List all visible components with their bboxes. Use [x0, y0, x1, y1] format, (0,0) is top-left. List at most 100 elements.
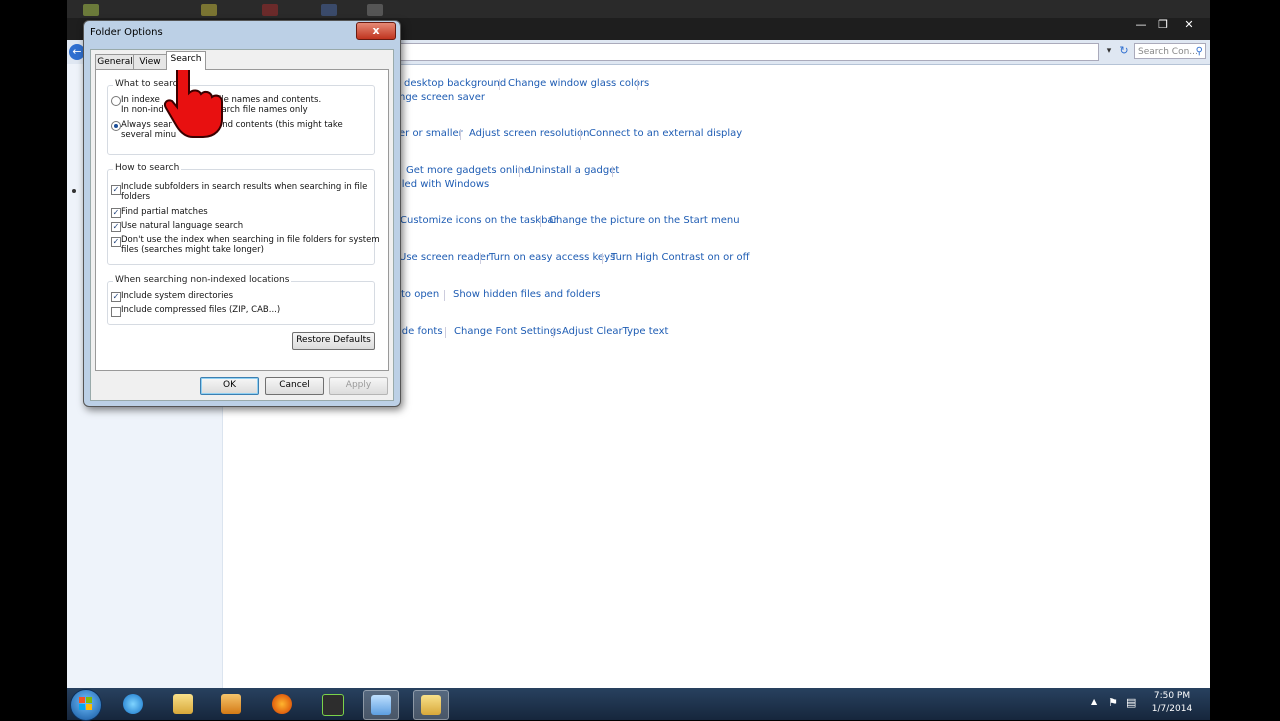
- link-separator: [612, 166, 613, 177]
- checkbox-natural-language[interactable]: ✓: [111, 222, 121, 232]
- link-screen-saver[interactable]: nge screen saver: [399, 92, 485, 103]
- checkbox-system-directories[interactable]: ✓: [111, 292, 121, 302]
- internet-explorer-icon: [123, 694, 143, 714]
- link-start-menu-picture[interactable]: Change the picture on the Start menu: [549, 215, 740, 226]
- link-separator: [499, 79, 500, 90]
- option-text-part: In indexe: [121, 95, 160, 105]
- dialog-close-button[interactable]: x: [356, 22, 396, 40]
- chevron-down-icon[interactable]: ▾: [1102, 44, 1116, 58]
- tab-search[interactable]: Search: [166, 51, 206, 70]
- what-to-search-group: What to search In indexe rch file names a…: [107, 79, 375, 155]
- ok-button[interactable]: OK: [200, 377, 259, 395]
- link-separator: [553, 327, 554, 338]
- cancel-button[interactable]: Cancel: [265, 377, 324, 395]
- option-text: Include subfolders in search results whe…: [121, 182, 368, 192]
- desktop-icon: [83, 4, 99, 16]
- link-font-settings[interactable]: Change Font Settings: [454, 326, 561, 337]
- minimize-button[interactable]: —: [1130, 18, 1152, 33]
- desktop-icon: [262, 4, 278, 16]
- link-hide-fonts[interactable]: ide fonts: [399, 326, 443, 337]
- link-customize-taskbar-icons[interactable]: Customize icons on the taskbar: [400, 215, 558, 226]
- checkbox-dont-use-index[interactable]: ✓: [111, 237, 121, 247]
- option-text-part: In non-ind: [121, 105, 164, 115]
- folder-options-dialog: Folder Options x General View Search Wha…: [83, 20, 401, 407]
- desktop-icon: [367, 4, 383, 16]
- link-screen-resolution[interactable]: Adjust screen resolution: [469, 128, 590, 139]
- tab-general[interactable]: General: [95, 54, 135, 69]
- restore-button[interactable]: ❐: [1152, 18, 1174, 33]
- link-easy-access-keys[interactable]: Turn on easy access keys: [489, 252, 615, 263]
- close-icon: x: [372, 24, 380, 37]
- checkbox-partial-matches[interactable]: ✓: [111, 208, 121, 218]
- taskbar-control-panel[interactable]: [363, 690, 399, 720]
- search-input[interactable]: Search Con... ⚲: [1134, 43, 1206, 59]
- option-text: Include compressed files (ZIP, CAB...): [121, 305, 281, 315]
- firefox-icon: [272, 694, 292, 714]
- link-separator: [445, 327, 446, 338]
- link-external-display[interactable]: Connect to an external display: [589, 128, 742, 139]
- link-separator: [637, 79, 638, 90]
- link-screen-reader[interactable]: Use screen reader: [399, 252, 490, 263]
- checkbox-include-subfolders[interactable]: ✓: [111, 185, 121, 195]
- folder-options-icon: [421, 695, 441, 715]
- group-label: How to search: [113, 163, 182, 173]
- tab-label: Search: [170, 54, 202, 64]
- desktop-icon: [321, 4, 337, 16]
- option-text: files (searches might take longer): [121, 245, 264, 255]
- link-show-hidden-files[interactable]: Show hidden files and folders: [453, 289, 601, 300]
- windows-logo-icon: [79, 697, 92, 710]
- link-uninstall-gadget[interactable]: Uninstall a gadget: [528, 165, 619, 176]
- restore-defaults-button[interactable]: Restore Defaults: [292, 332, 375, 350]
- clock-time: 7:50 PM: [1153, 691, 1191, 701]
- option-text: Use natural language search: [121, 221, 244, 231]
- option-text: folders: [121, 192, 151, 202]
- link-separator: [540, 216, 541, 227]
- link-separator: [460, 129, 461, 140]
- sidebar-bullet: [72, 189, 76, 193]
- link-desktop-background[interactable]: desktop background: [404, 78, 506, 89]
- taskbar-internet-explorer[interactable]: [116, 690, 150, 718]
- clock-date: 1/7/2014: [1151, 704, 1193, 714]
- taskbar-windows-explorer[interactable]: [166, 690, 200, 718]
- apply-button[interactable]: Apply: [329, 377, 388, 395]
- taskbar-folder-options[interactable]: [413, 690, 449, 720]
- link-cleartype[interactable]: Adjust ClearType text: [562, 326, 668, 337]
- radio-always-search[interactable]: [111, 121, 121, 131]
- system-clock[interactable]: 7:50 PM 1/7/2014: [1144, 690, 1200, 716]
- taskbar-firefox[interactable]: [265, 690, 299, 718]
- link-separator: [580, 129, 581, 140]
- close-window-button[interactable]: ✕: [1178, 18, 1200, 33]
- tab-label: View: [139, 57, 161, 67]
- network-icon[interactable]: ▤: [1126, 696, 1136, 709]
- link-high-contrast[interactable]: Turn High Contrast on or off: [611, 252, 750, 263]
- address-input[interactable]: [397, 43, 1099, 61]
- refresh-icon[interactable]: ↻: [1117, 44, 1131, 58]
- link-installed-gadgets[interactable]: lled with Windows: [399, 179, 489, 190]
- taskbar-ummy-video[interactable]: [315, 690, 349, 718]
- tab-label: General: [97, 57, 133, 67]
- link-window-glass-colors[interactable]: Change window glass colors: [508, 78, 649, 89]
- control-panel-icon: [371, 695, 391, 715]
- action-center-flag-icon[interactable]: ⚑: [1108, 696, 1118, 709]
- ummy-video-icon: [322, 694, 344, 716]
- hand-pointer-icon: [163, 60, 223, 138]
- show-hidden-icons-icon[interactable]: ▲: [1091, 697, 1097, 706]
- link-open-behavior[interactable]: to open: [401, 289, 439, 300]
- non-indexed-group: When searching non-indexed locations ✓ I…: [107, 275, 375, 325]
- checkbox-compressed-files[interactable]: [111, 307, 121, 317]
- link-text-size[interactable]: er or smaller: [399, 128, 463, 139]
- radio-indexed-locations[interactable]: [111, 96, 121, 106]
- link-separator: [519, 166, 520, 177]
- link-separator: [480, 253, 481, 264]
- search-icon: ⚲: [1195, 46, 1203, 57]
- option-text: Find partial matches: [121, 207, 208, 217]
- how-to-search-group: How to search ✓ Include subfolders in se…: [107, 163, 380, 265]
- dialog-body: General View Search What to search In in…: [90, 49, 394, 401]
- link-more-gadgets[interactable]: Get more gadgets online: [406, 165, 530, 176]
- windows-explorer-icon: [173, 694, 193, 714]
- tab-view[interactable]: View: [133, 54, 167, 69]
- group-label: When searching non-indexed locations: [113, 275, 292, 285]
- start-button[interactable]: [70, 689, 102, 721]
- taskbar: ▲ ⚑ ▤ 7:50 PM 1/7/2014: [67, 688, 1210, 721]
- taskbar-media-player[interactable]: [214, 690, 248, 718]
